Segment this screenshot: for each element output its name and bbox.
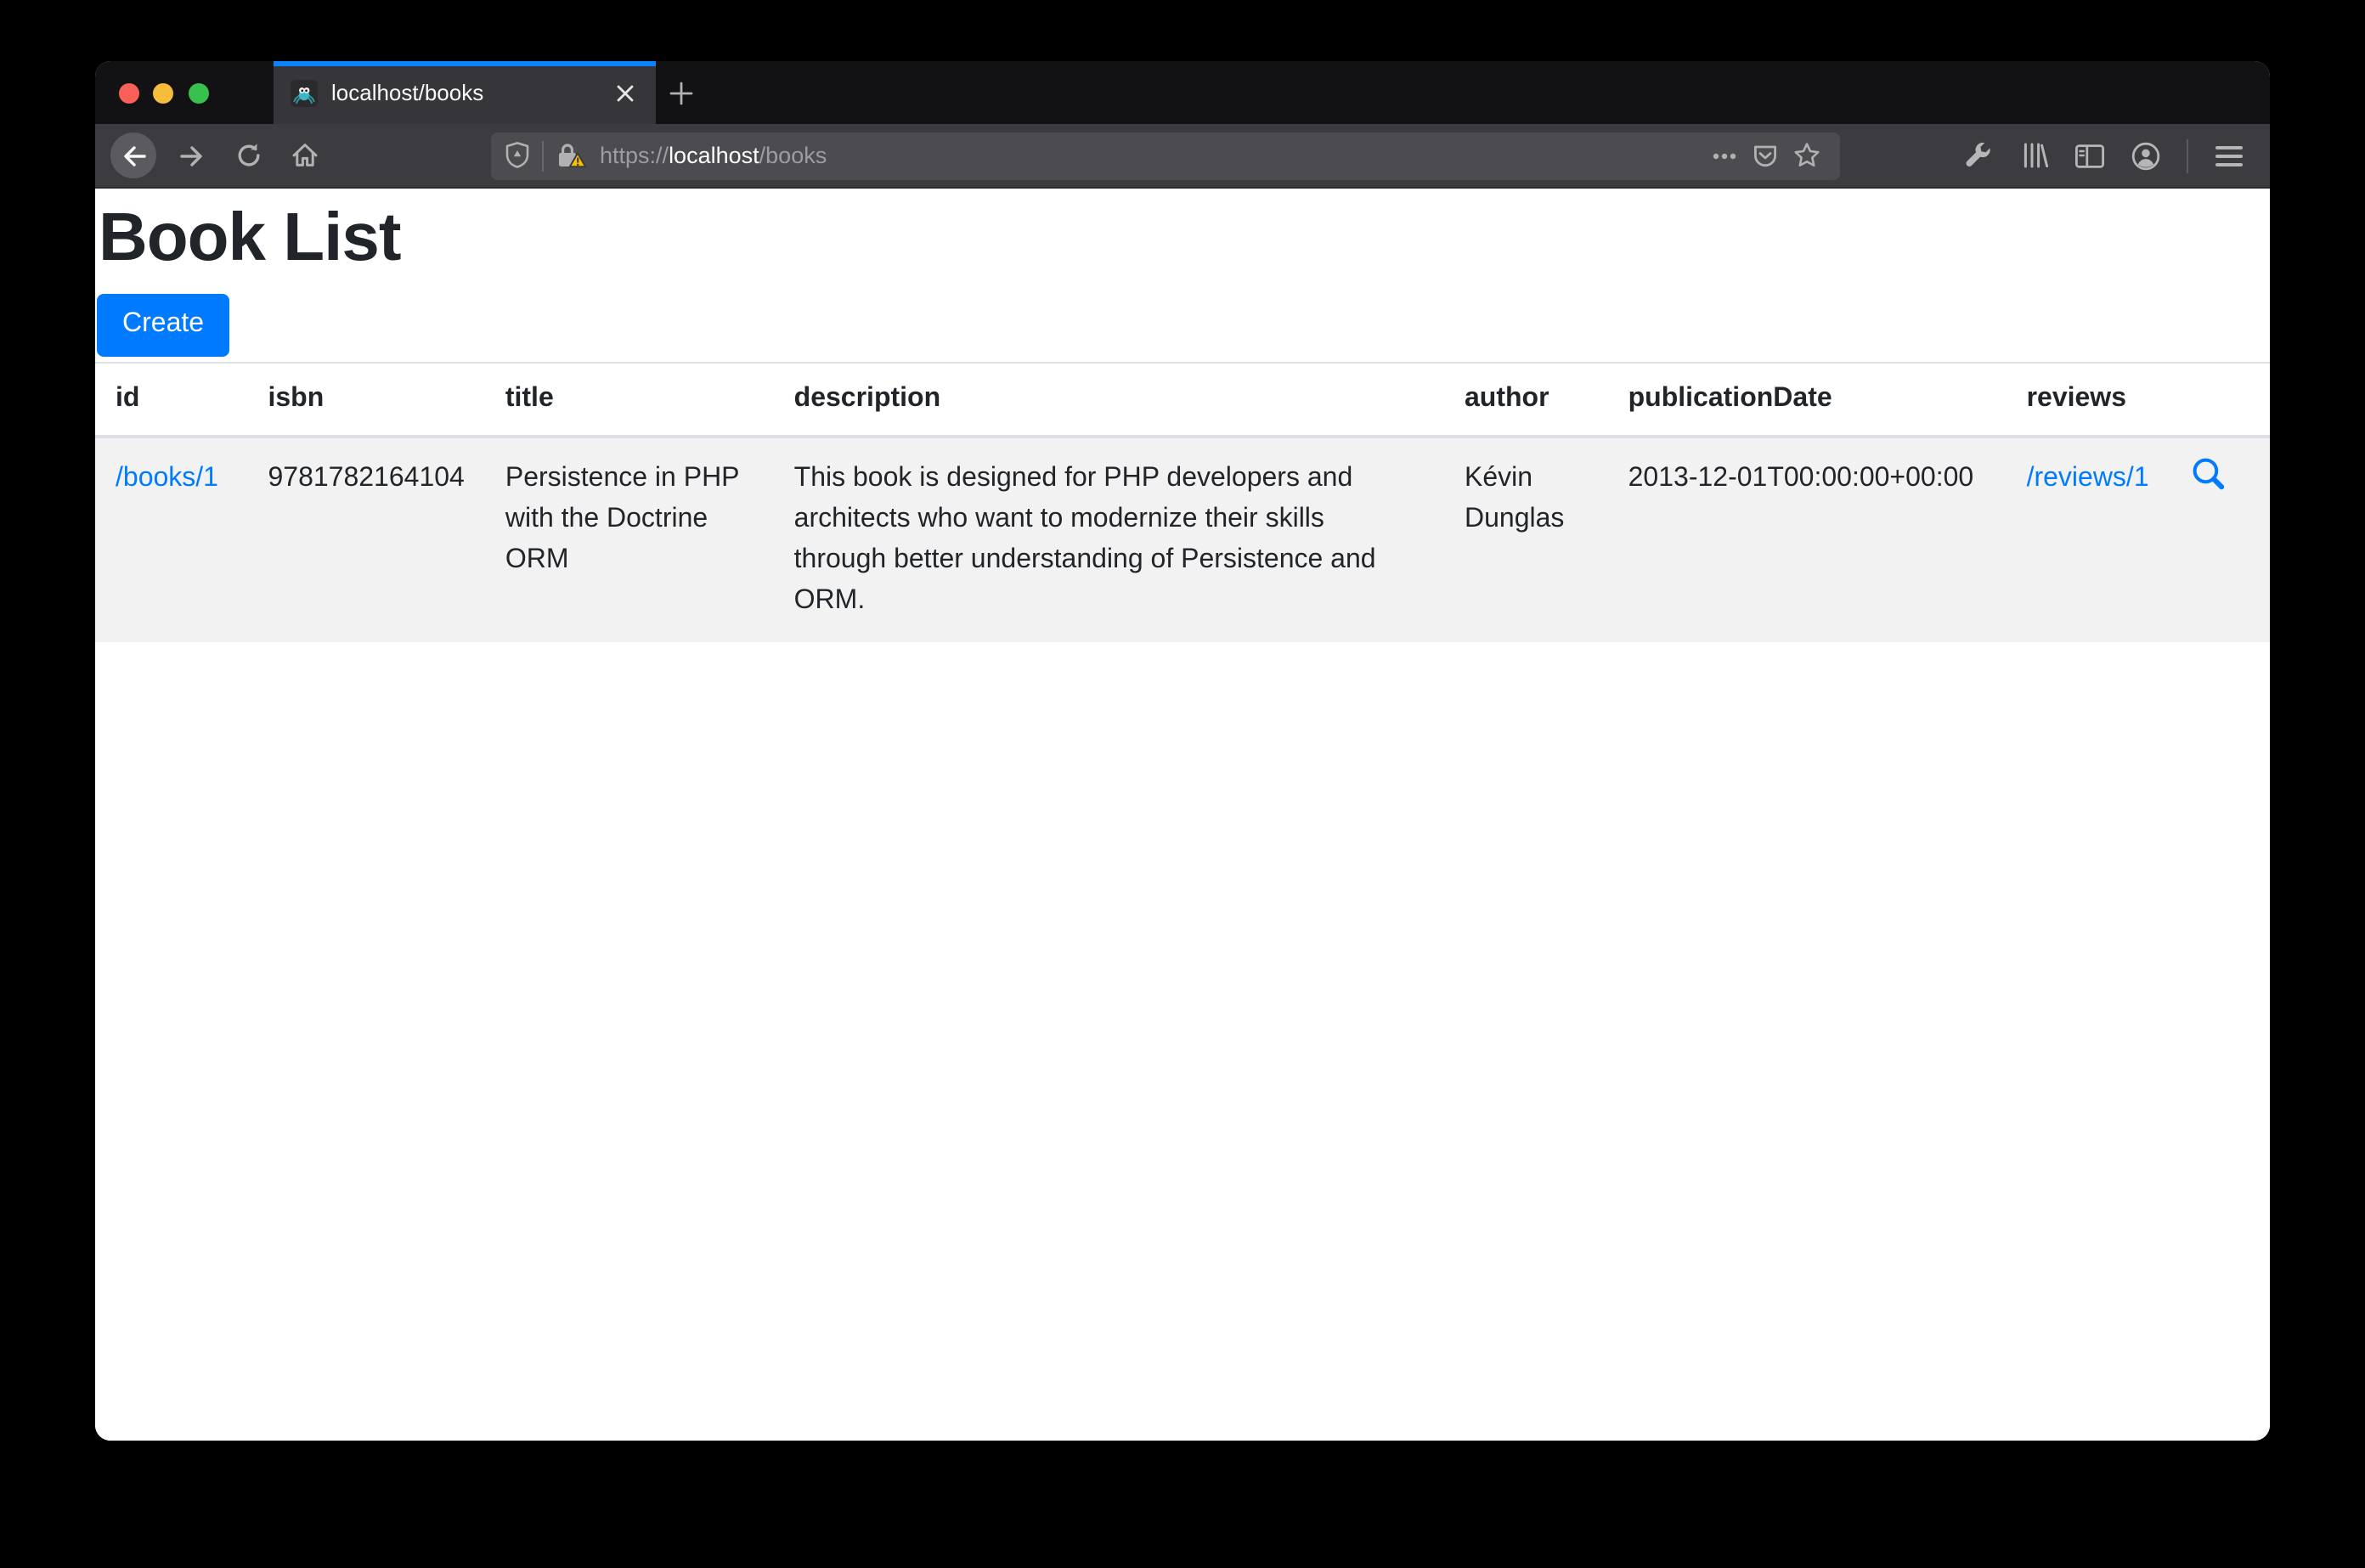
page-actions-icon[interactable] (1704, 135, 1745, 176)
screen: localhost/books (0, 0, 2365, 1568)
create-button[interactable]: Create (97, 294, 229, 357)
page-content: Book List Create id isbn title descripti… (95, 189, 2270, 1441)
url-bar[interactable]: https://localhost/books (491, 132, 1840, 179)
url-scheme: https:// (600, 143, 669, 168)
header-reviews: reviews (2007, 363, 2170, 437)
table-row: /books/1 9781782164104 Persistence in PH… (95, 437, 2270, 642)
insecure-lock-warning-icon[interactable] (556, 141, 588, 170)
pocket-icon[interactable] (1745, 135, 1786, 176)
cell-isbn: 9781782164104 (247, 437, 484, 642)
cell-show (2170, 437, 2270, 642)
navigation-toolbar: https://localhost/books (95, 124, 2270, 189)
urlbar-divider (542, 140, 544, 171)
header-publicationDate: publicationDate (1608, 363, 2007, 437)
tab-close-icon[interactable] (608, 76, 642, 110)
menu-hamburger-icon[interactable] (2204, 132, 2255, 179)
browser-window: localhost/books (95, 61, 2270, 1441)
header-show (2170, 363, 2270, 437)
tab-bar: localhost/books (95, 61, 2270, 124)
url-host: localhost (669, 143, 759, 168)
show-magnifier-icon[interactable] (2190, 455, 2227, 493)
books-table: id isbn title description author publica… (95, 362, 2270, 642)
header-id: id (95, 363, 247, 437)
account-icon[interactable] (2120, 132, 2171, 179)
table-header-row: id isbn title description author publica… (95, 363, 2270, 437)
reviews-link[interactable]: /reviews/1 (2027, 464, 2149, 493)
devtools-wrench-icon[interactable] (1952, 132, 2003, 179)
minimize-window-button[interactable] (153, 82, 173, 103)
header-description: description (774, 363, 1444, 437)
cell-author: Kévin Dunglas (1444, 437, 1608, 642)
tab-localhost-books[interactable]: localhost/books (274, 61, 656, 124)
api-platform-spider-favicon (291, 79, 318, 106)
header-isbn: isbn (247, 363, 484, 437)
toolbar-divider (2187, 138, 2188, 172)
header-title: title (485, 363, 774, 437)
cell-title: Persistence in PHP with the Doctrine ORM (485, 437, 774, 642)
tab-title: localhost/books (331, 80, 608, 105)
cell-publicationDate: 2013-12-01T00:00:00+00:00 (1608, 437, 2007, 642)
close-window-button[interactable] (118, 82, 138, 103)
home-button[interactable] (280, 132, 328, 179)
page-title: Book List (95, 200, 2270, 277)
bookmark-star-icon[interactable] (1786, 135, 1826, 176)
forward-button[interactable] (168, 132, 216, 179)
traffic-lights (95, 61, 274, 124)
new-tab-button[interactable] (656, 61, 707, 124)
cell-reviews: /reviews/1 (2007, 437, 2170, 642)
url-text[interactable]: https://localhost/books (600, 143, 1704, 168)
book-id-link[interactable]: /books/1 (116, 464, 218, 493)
cell-id: /books/1 (95, 437, 247, 642)
tracking-protection-shield-icon[interactable] (505, 141, 530, 170)
reload-button[interactable] (224, 132, 272, 179)
zoom-window-button[interactable] (188, 82, 208, 103)
header-author: author (1444, 363, 1608, 437)
back-button[interactable] (110, 133, 156, 178)
sidebar-toggle-icon[interactable] (2064, 132, 2115, 179)
url-path: /books (759, 143, 827, 168)
library-icon[interactable] (2008, 132, 2059, 179)
cell-description: This book is designed for PHP developers… (774, 437, 1444, 642)
